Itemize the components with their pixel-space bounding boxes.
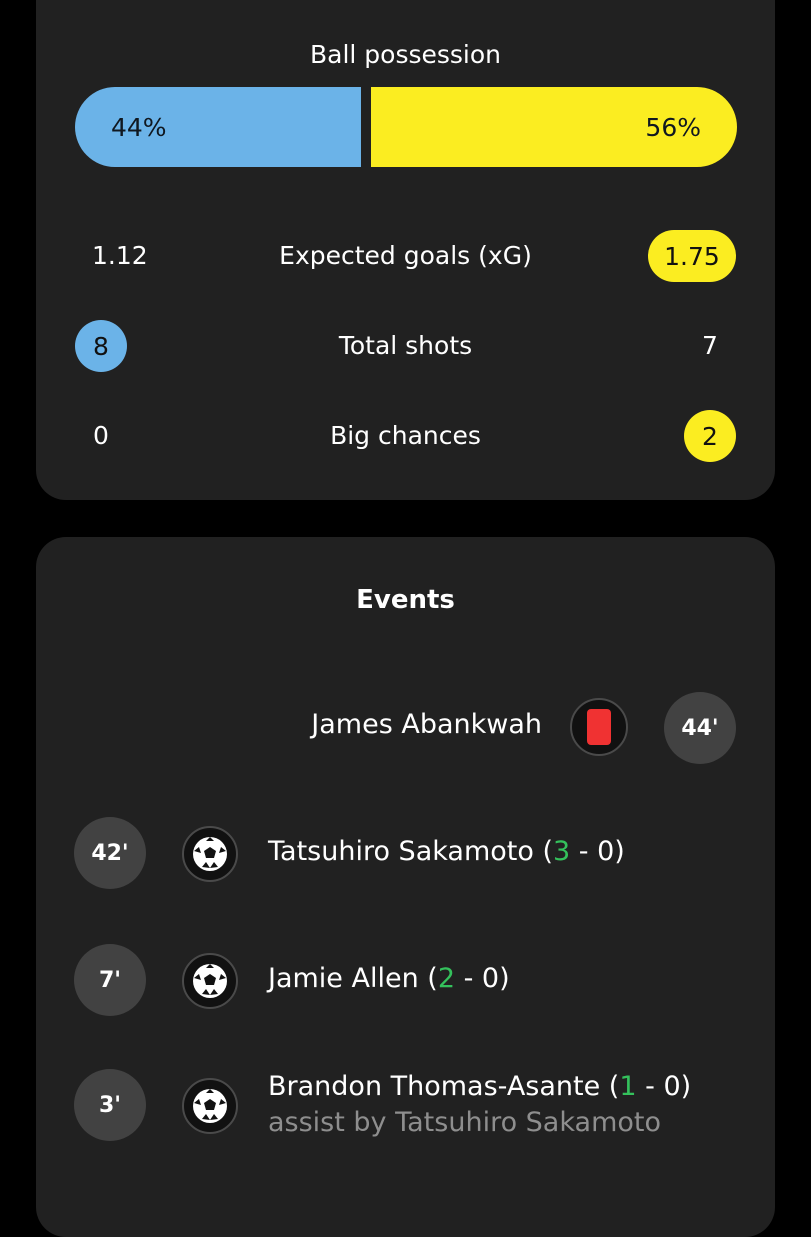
event-text: Brandon Thomas-Asante (1 - 0) bbox=[268, 1071, 691, 1102]
event-minute-badge: 44' bbox=[664, 692, 736, 764]
total-shots-label: Total shots bbox=[338, 331, 473, 360]
possession-title: Ball possession bbox=[309, 40, 502, 69]
score-open: ( bbox=[600, 1071, 620, 1102]
possession-away-value: 56% bbox=[645, 112, 701, 142]
score-rest: - 0) bbox=[570, 836, 625, 867]
possession-home-value: 44% bbox=[111, 112, 167, 142]
event-minute-badge: 7' bbox=[74, 944, 146, 1016]
football-icon bbox=[182, 1078, 238, 1134]
stat-row-big-chances[interactable]: 0 Big chances 2 bbox=[36, 410, 775, 462]
xg-away-value: 1.75 bbox=[648, 230, 736, 282]
event-text: Jamie Allen (2 - 0) bbox=[268, 963, 510, 994]
stat-row-total-shots[interactable]: 8 Total shots 7 bbox=[36, 320, 775, 372]
event-score-highlight: 2 bbox=[437, 963, 456, 994]
stat-row-xg[interactable]: 1.12 Expected goals (xG) 1.75 bbox=[36, 230, 775, 282]
football-icon bbox=[182, 953, 238, 1009]
red-card-icon bbox=[570, 698, 628, 756]
big-chances-away-value: 2 bbox=[684, 410, 736, 462]
event-minute-badge: 42' bbox=[74, 817, 146, 889]
big-chances-label: Big chances bbox=[330, 421, 481, 450]
event-player-name: Tatsuhiro Sakamoto bbox=[268, 836, 534, 867]
possession-away: 56% bbox=[371, 87, 737, 167]
event-text: Tatsuhiro Sakamoto (3 - 0) bbox=[268, 836, 625, 867]
total-shots-away-value: 7 bbox=[702, 331, 718, 360]
score-open: ( bbox=[418, 963, 438, 994]
event-score-highlight: 1 bbox=[619, 1071, 637, 1102]
possession-bar: 44% 56% bbox=[75, 87, 737, 167]
score-open: ( bbox=[533, 836, 553, 867]
event-minute-badge: 3' bbox=[74, 1069, 146, 1141]
event-assist-text: assist by Tatsuhiro Sakamoto bbox=[268, 1107, 661, 1138]
score-rest: - 0) bbox=[636, 1071, 692, 1102]
event-player-name: Brandon Thomas-Asante bbox=[268, 1071, 601, 1102]
possession-home: 44% bbox=[75, 87, 361, 167]
score-rest: - 0) bbox=[455, 963, 510, 994]
football-icon bbox=[182, 826, 238, 882]
event-player-name: Jamie Allen bbox=[268, 963, 419, 994]
event-player-name: James Abankwah bbox=[311, 709, 542, 740]
event-score-highlight: 3 bbox=[553, 836, 571, 867]
events-title: Events bbox=[356, 585, 455, 615]
match-stats-card: Ball possession 44% 56% 1.12 Expected go… bbox=[36, 0, 775, 500]
events-card: Events James Abankwah 44' 42' Tatsuhiro … bbox=[36, 537, 775, 1237]
